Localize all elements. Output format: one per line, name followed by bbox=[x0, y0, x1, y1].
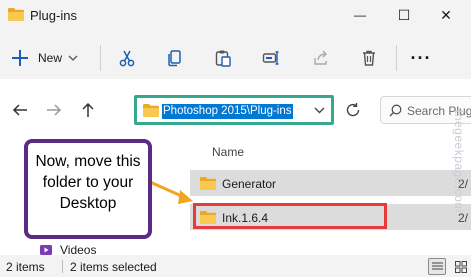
close-button[interactable]: ✕ bbox=[424, 0, 468, 30]
paste-button[interactable] bbox=[208, 45, 238, 71]
plus-icon bbox=[12, 50, 28, 66]
file-row[interactable]: Generator 2/ bbox=[190, 170, 471, 196]
status-bar: 2 items 2 items selected bbox=[0, 256, 471, 277]
watermark: thegeekpage.com bbox=[452, 110, 466, 213]
paste-icon bbox=[215, 50, 231, 67]
refresh-icon bbox=[346, 103, 360, 117]
annotation-callout: Now, move this folder to your Desktop bbox=[24, 139, 152, 239]
forward-button[interactable] bbox=[42, 98, 66, 122]
selection-count: 2 items selected bbox=[70, 260, 157, 274]
status-divider bbox=[62, 260, 63, 273]
window-title: Plug-ins bbox=[30, 8, 77, 23]
scissors-icon bbox=[119, 50, 135, 67]
new-label: New bbox=[38, 51, 63, 65]
close-icon: ✕ bbox=[440, 6, 452, 23]
rename-button[interactable] bbox=[256, 45, 286, 71]
rename-icon bbox=[262, 51, 279, 65]
more-options-button[interactable]: ··· bbox=[406, 45, 436, 71]
maximize-button[interactable]: ☐ bbox=[382, 0, 426, 30]
folder-icon bbox=[200, 177, 216, 190]
command-bar: New ··· bbox=[0, 35, 471, 80]
details-view-button[interactable] bbox=[428, 258, 446, 275]
delete-button[interactable] bbox=[354, 45, 384, 71]
new-button[interactable]: New bbox=[6, 45, 88, 71]
up-button[interactable] bbox=[76, 98, 100, 122]
folder-icon bbox=[8, 8, 24, 21]
details-view-icon bbox=[432, 262, 443, 270]
minimize-icon: — bbox=[354, 8, 366, 22]
cut-button[interactable] bbox=[112, 45, 142, 71]
chevron-down-icon bbox=[68, 55, 78, 61]
title-bar: Plug-ins — ☐ ✕ bbox=[0, 0, 471, 30]
arrow-right-icon bbox=[47, 104, 62, 116]
more-icon: ··· bbox=[410, 47, 432, 68]
arrow-left-icon bbox=[12, 104, 27, 116]
copy-icon bbox=[168, 50, 181, 67]
address-path[interactable]: Photoshop 2015\Plug-ins bbox=[162, 104, 293, 119]
address-bar[interactable]: Photoshop 2015\Plug-ins bbox=[134, 95, 334, 125]
chevron-down-icon[interactable] bbox=[314, 105, 325, 115]
maximize-icon: ☐ bbox=[397, 6, 411, 23]
item-count: 2 items bbox=[6, 260, 45, 274]
toolbar-divider bbox=[100, 45, 101, 71]
back-button[interactable] bbox=[8, 98, 32, 122]
annotation-text: Now, move this folder to your Desktop bbox=[35, 153, 141, 212]
refresh-button[interactable] bbox=[340, 97, 366, 123]
highlight-outline bbox=[193, 203, 387, 229]
column-header-name[interactable]: Name bbox=[212, 145, 244, 159]
sidebar-item-label: Videos bbox=[60, 243, 97, 257]
minimize-button[interactable]: — bbox=[338, 0, 382, 30]
file-name: Generator bbox=[222, 177, 277, 191]
share-icon bbox=[314, 50, 327, 65]
trash-icon bbox=[363, 50, 375, 66]
annotation-arrow bbox=[149, 180, 193, 204]
share-button[interactable] bbox=[306, 45, 336, 71]
videos-icon bbox=[40, 245, 52, 255]
arrow-up-icon bbox=[82, 102, 94, 117]
folder-icon bbox=[143, 104, 159, 117]
toolbar-divider bbox=[396, 45, 397, 71]
copy-button[interactable] bbox=[160, 45, 190, 71]
search-icon bbox=[389, 104, 402, 117]
